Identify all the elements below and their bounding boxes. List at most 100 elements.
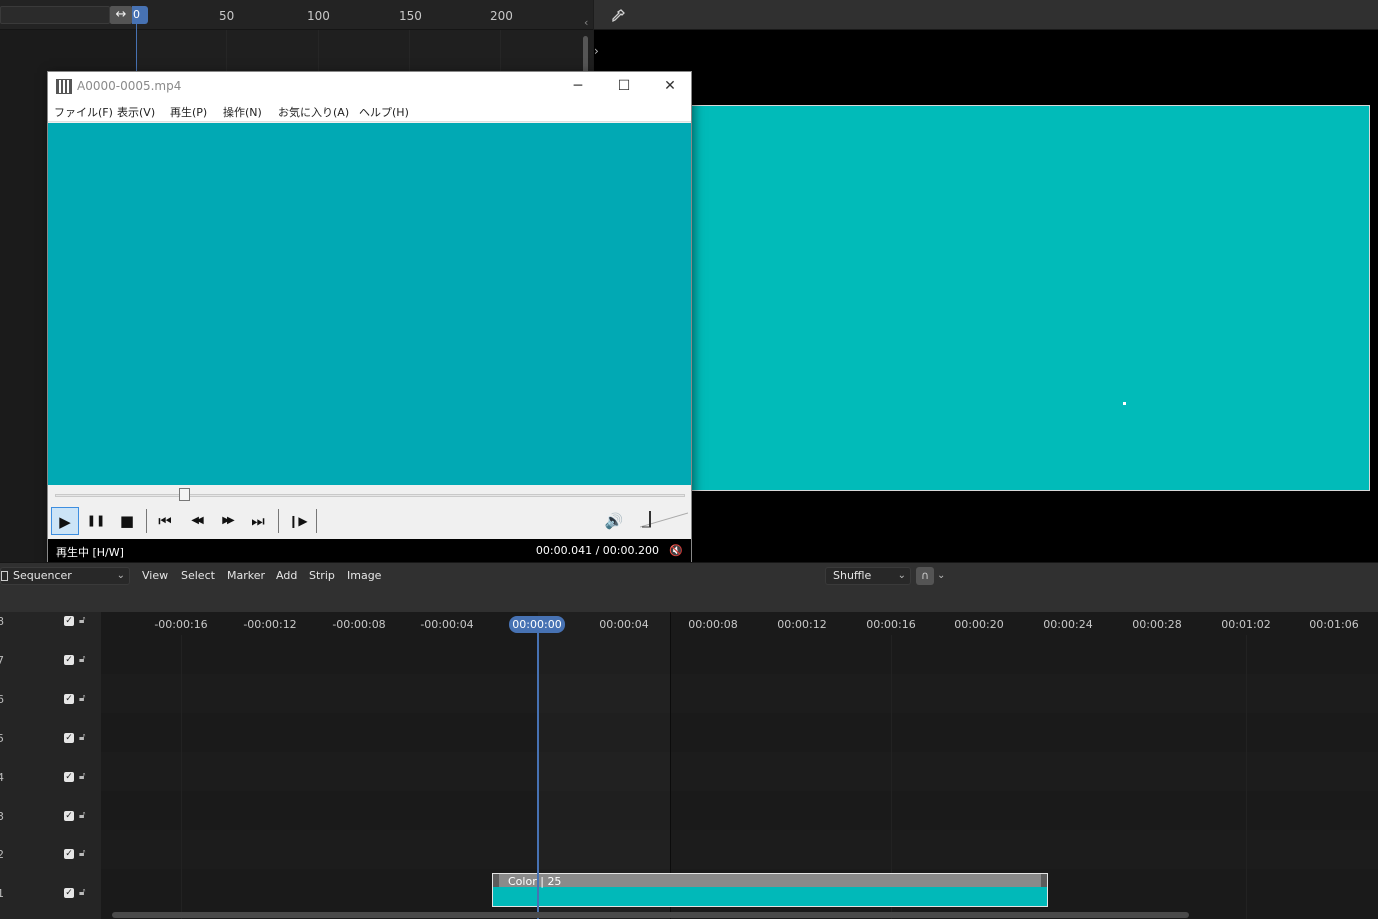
checkbox-icon[interactable]: ✓ bbox=[64, 849, 74, 859]
time-tick: 00:01:06 bbox=[1309, 618, 1359, 631]
menu-favorites[interactable]: お気に入り(A) bbox=[278, 104, 349, 120]
strip-timeline[interactable]: -00:00:16 -00:00:12 -00:00:08 -00:00:04 … bbox=[101, 612, 1378, 919]
volume-slider[interactable] bbox=[640, 509, 688, 529]
strip-left-handle[interactable] bbox=[493, 874, 499, 887]
sequencer-playhead[interactable] bbox=[537, 633, 539, 919]
editor-type-dropdown[interactable]: Sequencer ⌄ bbox=[0, 567, 130, 585]
close-button[interactable]: ✕ bbox=[647, 72, 693, 101]
eyedropper-icon[interactable] bbox=[610, 8, 626, 24]
track-row bbox=[101, 752, 1378, 791]
blender-desktop: ↔ 0 50 100 150 200 ‹ › A0000-0005.mp4 ─ … bbox=[0, 0, 1378, 919]
time-tick: 00:00:04 bbox=[599, 618, 649, 631]
horizontal-scrollbar[interactable] bbox=[112, 912, 1189, 918]
channel-number: 8 bbox=[0, 615, 4, 628]
channel-number: 2 bbox=[0, 848, 4, 861]
channel-row: 5 ✓ 🔓︎ bbox=[0, 732, 101, 771]
mute-icon[interactable]: 🔇 bbox=[669, 544, 683, 557]
track-row bbox=[101, 830, 1378, 869]
strip-label: Color | 25 bbox=[508, 875, 562, 888]
menu-marker[interactable]: Marker bbox=[227, 569, 265, 582]
strip-right-handle[interactable] bbox=[1041, 874, 1047, 887]
clapperboard-icon bbox=[56, 79, 72, 94]
overlap-mode-dropdown[interactable]: Shuffle ⌄ bbox=[825, 567, 911, 585]
checkbox-icon[interactable]: ✓ bbox=[64, 616, 74, 626]
time-tick: 00:00:08 bbox=[688, 618, 738, 631]
fast-forward-button[interactable]: ▶▶ bbox=[213, 507, 241, 535]
divider bbox=[316, 509, 317, 533]
window-title: A0000-0005.mp4 bbox=[77, 79, 182, 93]
preview-canvas[interactable] bbox=[690, 105, 1370, 491]
rewind-button[interactable]: ◀◀ bbox=[182, 507, 210, 535]
editor-type-label: Sequencer bbox=[13, 569, 72, 582]
chevron-right-icon[interactable]: › bbox=[594, 44, 599, 58]
menu-help[interactable]: ヘルプ(H) bbox=[359, 104, 409, 120]
unlock-icon[interactable]: 🔓︎ bbox=[79, 810, 85, 821]
unlock-icon[interactable]: 🔓︎ bbox=[79, 887, 85, 898]
menu-strip[interactable]: Strip bbox=[309, 569, 335, 582]
unlock-icon[interactable]: 🔓︎ bbox=[79, 848, 85, 859]
pause-button[interactable]: ❚❚ bbox=[82, 507, 110, 535]
overlap-mode-label: Shuffle bbox=[833, 569, 872, 582]
divider bbox=[146, 509, 147, 533]
menu-play[interactable]: 再生(P) bbox=[170, 104, 207, 120]
seek-thumb[interactable] bbox=[179, 488, 191, 501]
unlock-icon[interactable]: 🔓︎ bbox=[79, 615, 85, 626]
frame-step-button[interactable]: ❙▶ bbox=[284, 507, 312, 535]
seek-bar[interactable] bbox=[55, 494, 685, 497]
time-tick: 00:00:20 bbox=[954, 618, 1004, 631]
chevron-down-icon[interactable]: ⌄ bbox=[937, 567, 945, 585]
current-frame-badge[interactable]: 0 bbox=[132, 6, 148, 24]
title-bar[interactable]: A0000-0005.mp4 ─ ☐ ✕ bbox=[48, 72, 691, 101]
color-strip[interactable]: Color | 25 bbox=[492, 873, 1048, 907]
frame-ruler[interactable]: ↔ 0 50 100 150 200 ‹ bbox=[0, 0, 593, 30]
track-row bbox=[101, 635, 1378, 674]
menu-file[interactable]: ファイル(F) bbox=[54, 104, 113, 120]
magnet-icon[interactable]: ∩ bbox=[916, 567, 934, 585]
menu-add[interactable]: Add bbox=[276, 569, 297, 582]
unlock-icon[interactable]: 🔓︎ bbox=[79, 732, 85, 743]
playback-status: 再生中 [H/W] bbox=[56, 546, 124, 559]
video-sequencer: Sequencer ⌄ View Select Marker Add Strip… bbox=[0, 562, 1378, 919]
current-time-badge[interactable]: 00:00:00 bbox=[509, 616, 565, 633]
minimize-button[interactable]: ─ bbox=[555, 72, 601, 101]
next-button[interactable]: ⏭ bbox=[244, 507, 272, 535]
volume-icon[interactable]: 🔊 bbox=[600, 507, 628, 535]
checkbox-icon[interactable]: ✓ bbox=[64, 811, 74, 821]
time-tick: -00:00:16 bbox=[154, 618, 208, 631]
stop-button[interactable]: ■ bbox=[113, 507, 141, 535]
channel-row: 2 ✓ 🔓︎ bbox=[0, 848, 101, 887]
menu-view[interactable]: 表示(V) bbox=[117, 104, 155, 120]
play-button[interactable]: ▶ bbox=[51, 507, 79, 535]
channel-row: 1 ✓ 🔓︎ bbox=[0, 887, 101, 919]
checkbox-icon[interactable]: ✓ bbox=[64, 888, 74, 898]
grid-line bbox=[1246, 635, 1247, 919]
horizontal-arrows-icon[interactable]: ↔ bbox=[110, 6, 132, 24]
maximize-button[interactable]: ☐ bbox=[601, 72, 647, 101]
time-display: 00:00.041 / 00:00.200 bbox=[535, 544, 659, 557]
video-surface[interactable] bbox=[48, 123, 691, 485]
chevron-left-icon[interactable]: ‹ bbox=[584, 16, 588, 29]
channel-list: 8 ✓ 🔓︎ 7 ✓ 🔓︎ 6 ✓ 🔓︎ 5 ✓ 🔓︎ 4 ✓ 🔓︎ 3 ✓ 🔓︎ 2 ✓ 🔓︎ 1 ✓ 🔓︎ bbox=[0, 612, 101, 919]
unlock-icon[interactable]: 🔓︎ bbox=[79, 693, 85, 704]
vertical-scrollbar[interactable] bbox=[583, 36, 588, 76]
ruler-tick: 200 bbox=[490, 9, 513, 23]
menu-view[interactable]: View bbox=[142, 569, 168, 582]
checkbox-icon[interactable]: ✓ bbox=[64, 694, 74, 704]
menu-select[interactable]: Select bbox=[181, 569, 215, 582]
previous-button[interactable]: ⏮ bbox=[151, 507, 179, 535]
channel-row: 8 ✓ 🔓︎ bbox=[0, 615, 101, 654]
name-field[interactable] bbox=[0, 6, 110, 24]
checkbox-icon[interactable]: ✓ bbox=[64, 772, 74, 782]
strip-name: Color bbox=[508, 875, 537, 888]
status-bar: 再生中 [H/W] 00:00.041 / 00:00.200 🔇 bbox=[48, 539, 691, 562]
menu-image[interactable]: Image bbox=[347, 569, 381, 582]
transport-controls: ▶ ❚❚ ■ ⏮ ◀◀ ▶▶ ⏭ ❙▶ 🔊 bbox=[48, 485, 691, 539]
track-row bbox=[101, 791, 1378, 830]
checkbox-icon[interactable]: ✓ bbox=[64, 655, 74, 665]
chevron-down-icon: ⌄ bbox=[116, 570, 125, 581]
menu-operation[interactable]: 操作(N) bbox=[223, 104, 262, 120]
unlock-icon[interactable]: 🔓︎ bbox=[79, 771, 85, 782]
grid-line bbox=[181, 635, 182, 919]
unlock-icon[interactable]: 🔓︎ bbox=[79, 654, 85, 665]
checkbox-icon[interactable]: ✓ bbox=[64, 733, 74, 743]
